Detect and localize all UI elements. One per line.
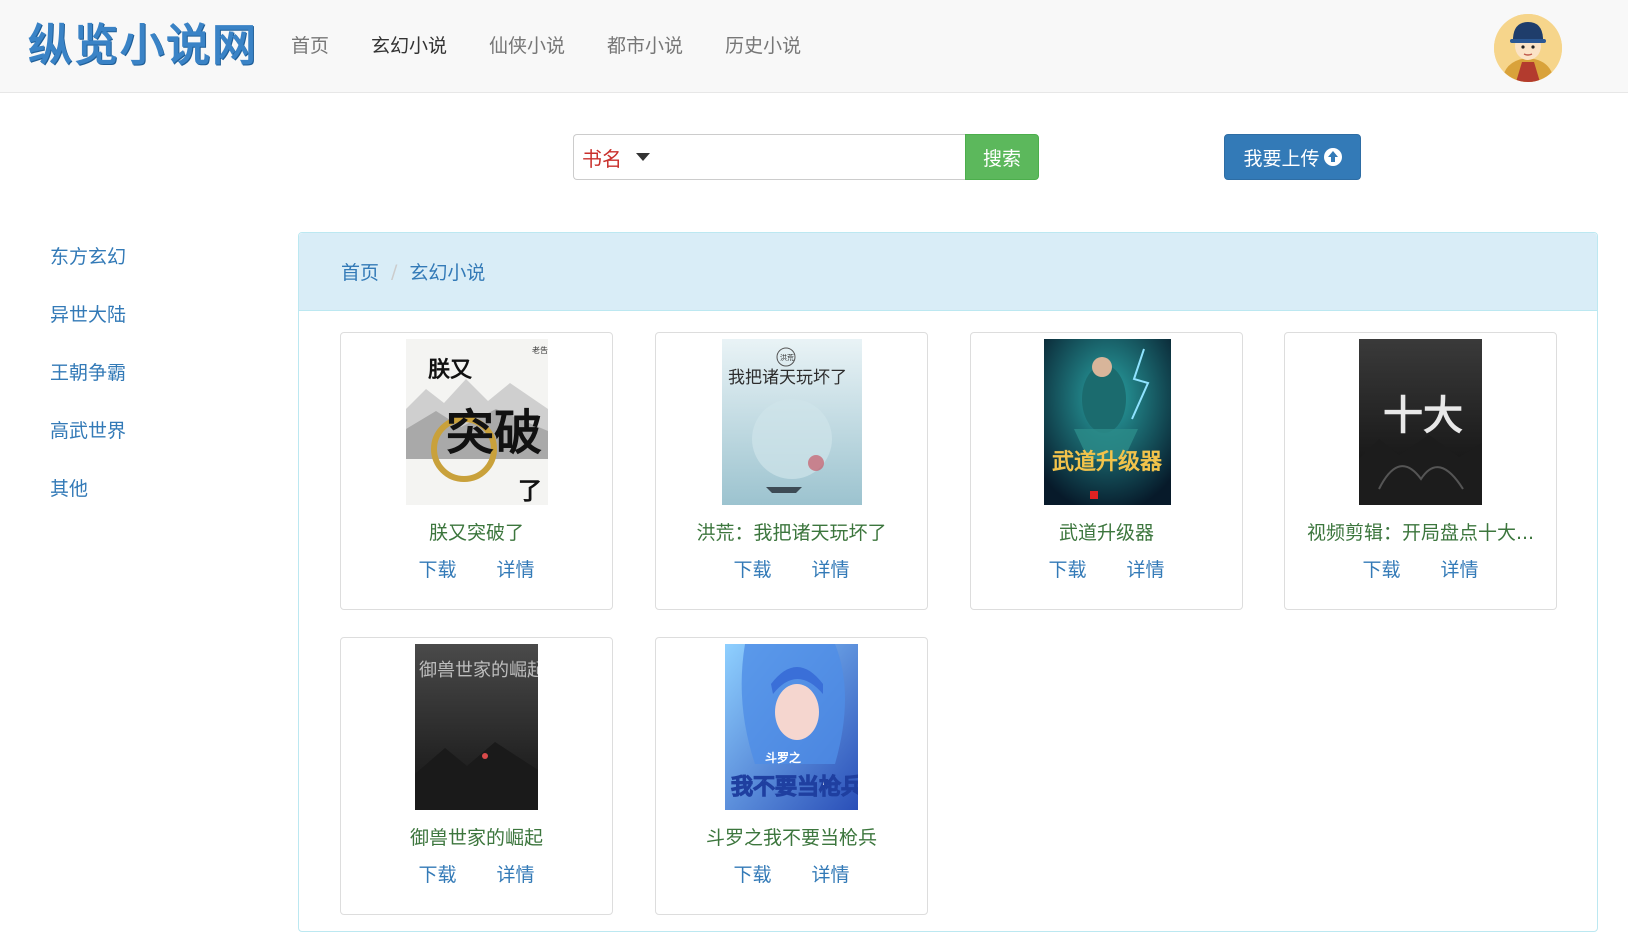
cover-image: 武道升级器 [1044, 339, 1171, 505]
cover-series: 洪荒 [780, 353, 794, 362]
detail-link[interactable]: 详情 [1441, 555, 1479, 582]
detail-link[interactable]: 详情 [812, 555, 850, 582]
book-title[interactable]: 视频剪辑：开局盘点十大... [1285, 518, 1556, 545]
cover-title: 武道升级器 [1052, 449, 1163, 475]
sidebar-item-other[interactable]: 其他 [50, 464, 250, 522]
cover-title: 我把诸天玩坏了 [728, 368, 847, 388]
sidebar-item-dongfang[interactable]: 东方玄幻 [50, 232, 250, 290]
book-card: 武道升级器 武道升级器 下载 详情 [970, 332, 1243, 610]
book-card: 斗罗之 我不要当枪兵 斗罗之我不要当枪兵 下载 详情 [655, 637, 928, 915]
sidebar-item-yishi[interactable]: 异世大陆 [50, 290, 250, 348]
cover-small-title: 朕又 [428, 357, 473, 383]
chevron-down-icon [636, 153, 650, 161]
search-bar: 书名 搜索 [573, 134, 1053, 180]
site-logo[interactable]: 纵览小说网 [28, 18, 258, 74]
book-actions: 下载 详情 [656, 555, 927, 582]
upload-button-label: 我要上传 [1243, 147, 1320, 170]
book-actions: 下载 详情 [971, 555, 1242, 582]
cover-big-title: 突破 [446, 405, 542, 461]
search-input[interactable] [661, 134, 965, 180]
detail-link[interactable]: 详情 [1127, 555, 1165, 582]
detail-link[interactable]: 详情 [497, 555, 535, 582]
book-actions: 下载 详情 [341, 555, 612, 582]
nav-dushi[interactable]: 都市小说 [586, 0, 704, 92]
book-title[interactable]: 武道升级器 [971, 518, 1242, 545]
search-field-label: 书名 [582, 146, 622, 171]
search-field-select[interactable]: 书名 [573, 134, 661, 180]
nav-xuanhuan[interactable]: 玄幻小说 [350, 0, 468, 92]
breadcrumb-separator: / [391, 260, 398, 283]
breadcrumb: 首页 / 玄幻小说 [299, 233, 1597, 311]
nav-home[interactable]: 首页 [270, 0, 350, 92]
book-title[interactable]: 洪荒：我把诸天玩坏了 [656, 518, 927, 545]
breadcrumb-current[interactable]: 玄幻小说 [409, 258, 485, 285]
book-actions: 下载 详情 [1285, 555, 1556, 582]
top-navbar: 纵览小说网 首页 玄幻小说 仙侠小说 都市小说 历史小说 [0, 0, 1628, 93]
book-title[interactable]: 御兽世家的崛起 [341, 823, 612, 850]
book-cover[interactable]: 十大 [1359, 339, 1482, 505]
download-link[interactable]: 下载 [418, 555, 456, 582]
book-actions: 下载 详情 [341, 860, 612, 887]
category-sidebar: 东方玄幻 异世大陆 王朝争霸 高武世界 其他 [50, 232, 250, 522]
book-card: 十大 视频剪辑：开局盘点十大... 下载 详情 [1284, 332, 1557, 610]
cover-image: 斗罗之 我不要当枪兵 [725, 644, 858, 810]
book-list-panel: 首页 / 玄幻小说 朕又 突破 了 老告◎著 朕又突破了 下载 详情 [298, 232, 1598, 932]
download-link[interactable]: 下载 [1362, 555, 1400, 582]
download-link[interactable]: 下载 [733, 555, 771, 582]
sidebar-item-gaowu[interactable]: 高武世界 [50, 406, 250, 464]
download-link[interactable]: 下载 [733, 860, 771, 887]
download-link[interactable]: 下载 [1048, 555, 1086, 582]
sidebar-item-wangchao[interactable]: 王朝争霸 [50, 348, 250, 406]
detail-link[interactable]: 详情 [497, 860, 535, 887]
book-cover[interactable]: 武道升级器 [1044, 339, 1171, 505]
book-cover[interactable]: 朕又 突破 了 老告◎著 [406, 339, 548, 505]
book-cover[interactable]: 斗罗之 我不要当枪兵 [725, 644, 858, 810]
cover-series: 斗罗之 [765, 750, 801, 765]
avatar-icon [1494, 14, 1562, 82]
cover-image: 朕又 突破 了 老告◎著 [406, 339, 548, 505]
cover-image: 洪荒 我把诸天玩坏了 [722, 339, 862, 505]
nav-lishi[interactable]: 历史小说 [704, 0, 822, 92]
book-cover[interactable]: 洪荒 我把诸天玩坏了 [722, 339, 862, 505]
book-actions: 下载 详情 [656, 860, 927, 887]
cover-image: 十大 [1359, 339, 1482, 505]
upload-arrow-icon [1323, 148, 1342, 166]
book-card: 洪荒 我把诸天玩坏了 洪荒：我把诸天玩坏了 下载 详情 [655, 332, 928, 610]
upload-button[interactable]: 我要上传 [1224, 134, 1361, 180]
book-card: 朕又 突破 了 老告◎著 朕又突破了 下载 详情 [340, 332, 613, 610]
nav-xianxia[interactable]: 仙侠小说 [468, 0, 586, 92]
cover-tail: 了 [518, 476, 542, 505]
cover-title: 我不要当枪兵 [731, 774, 858, 800]
book-cover[interactable]: 御兽世家的崛起 [415, 644, 538, 810]
cover-title: 十大 [1383, 392, 1463, 439]
breadcrumb-home[interactable]: 首页 [341, 258, 379, 285]
main-nav: 首页 玄幻小说 仙侠小说 都市小说 历史小说 [270, 0, 822, 92]
download-link[interactable]: 下载 [418, 860, 456, 887]
user-avatar[interactable] [1494, 14, 1562, 82]
cover-author: 老告◎著 [532, 345, 548, 355]
detail-link[interactable]: 详情 [812, 860, 850, 887]
book-title[interactable]: 斗罗之我不要当枪兵 [656, 823, 927, 850]
cover-title: 御兽世家的崛起 [419, 660, 538, 681]
book-title[interactable]: 朕又突破了 [341, 518, 612, 545]
cover-image: 御兽世家的崛起 [415, 644, 538, 810]
search-button[interactable]: 搜索 [965, 134, 1039, 180]
book-card: 御兽世家的崛起 御兽世家的崛起 下载 详情 [340, 637, 613, 915]
